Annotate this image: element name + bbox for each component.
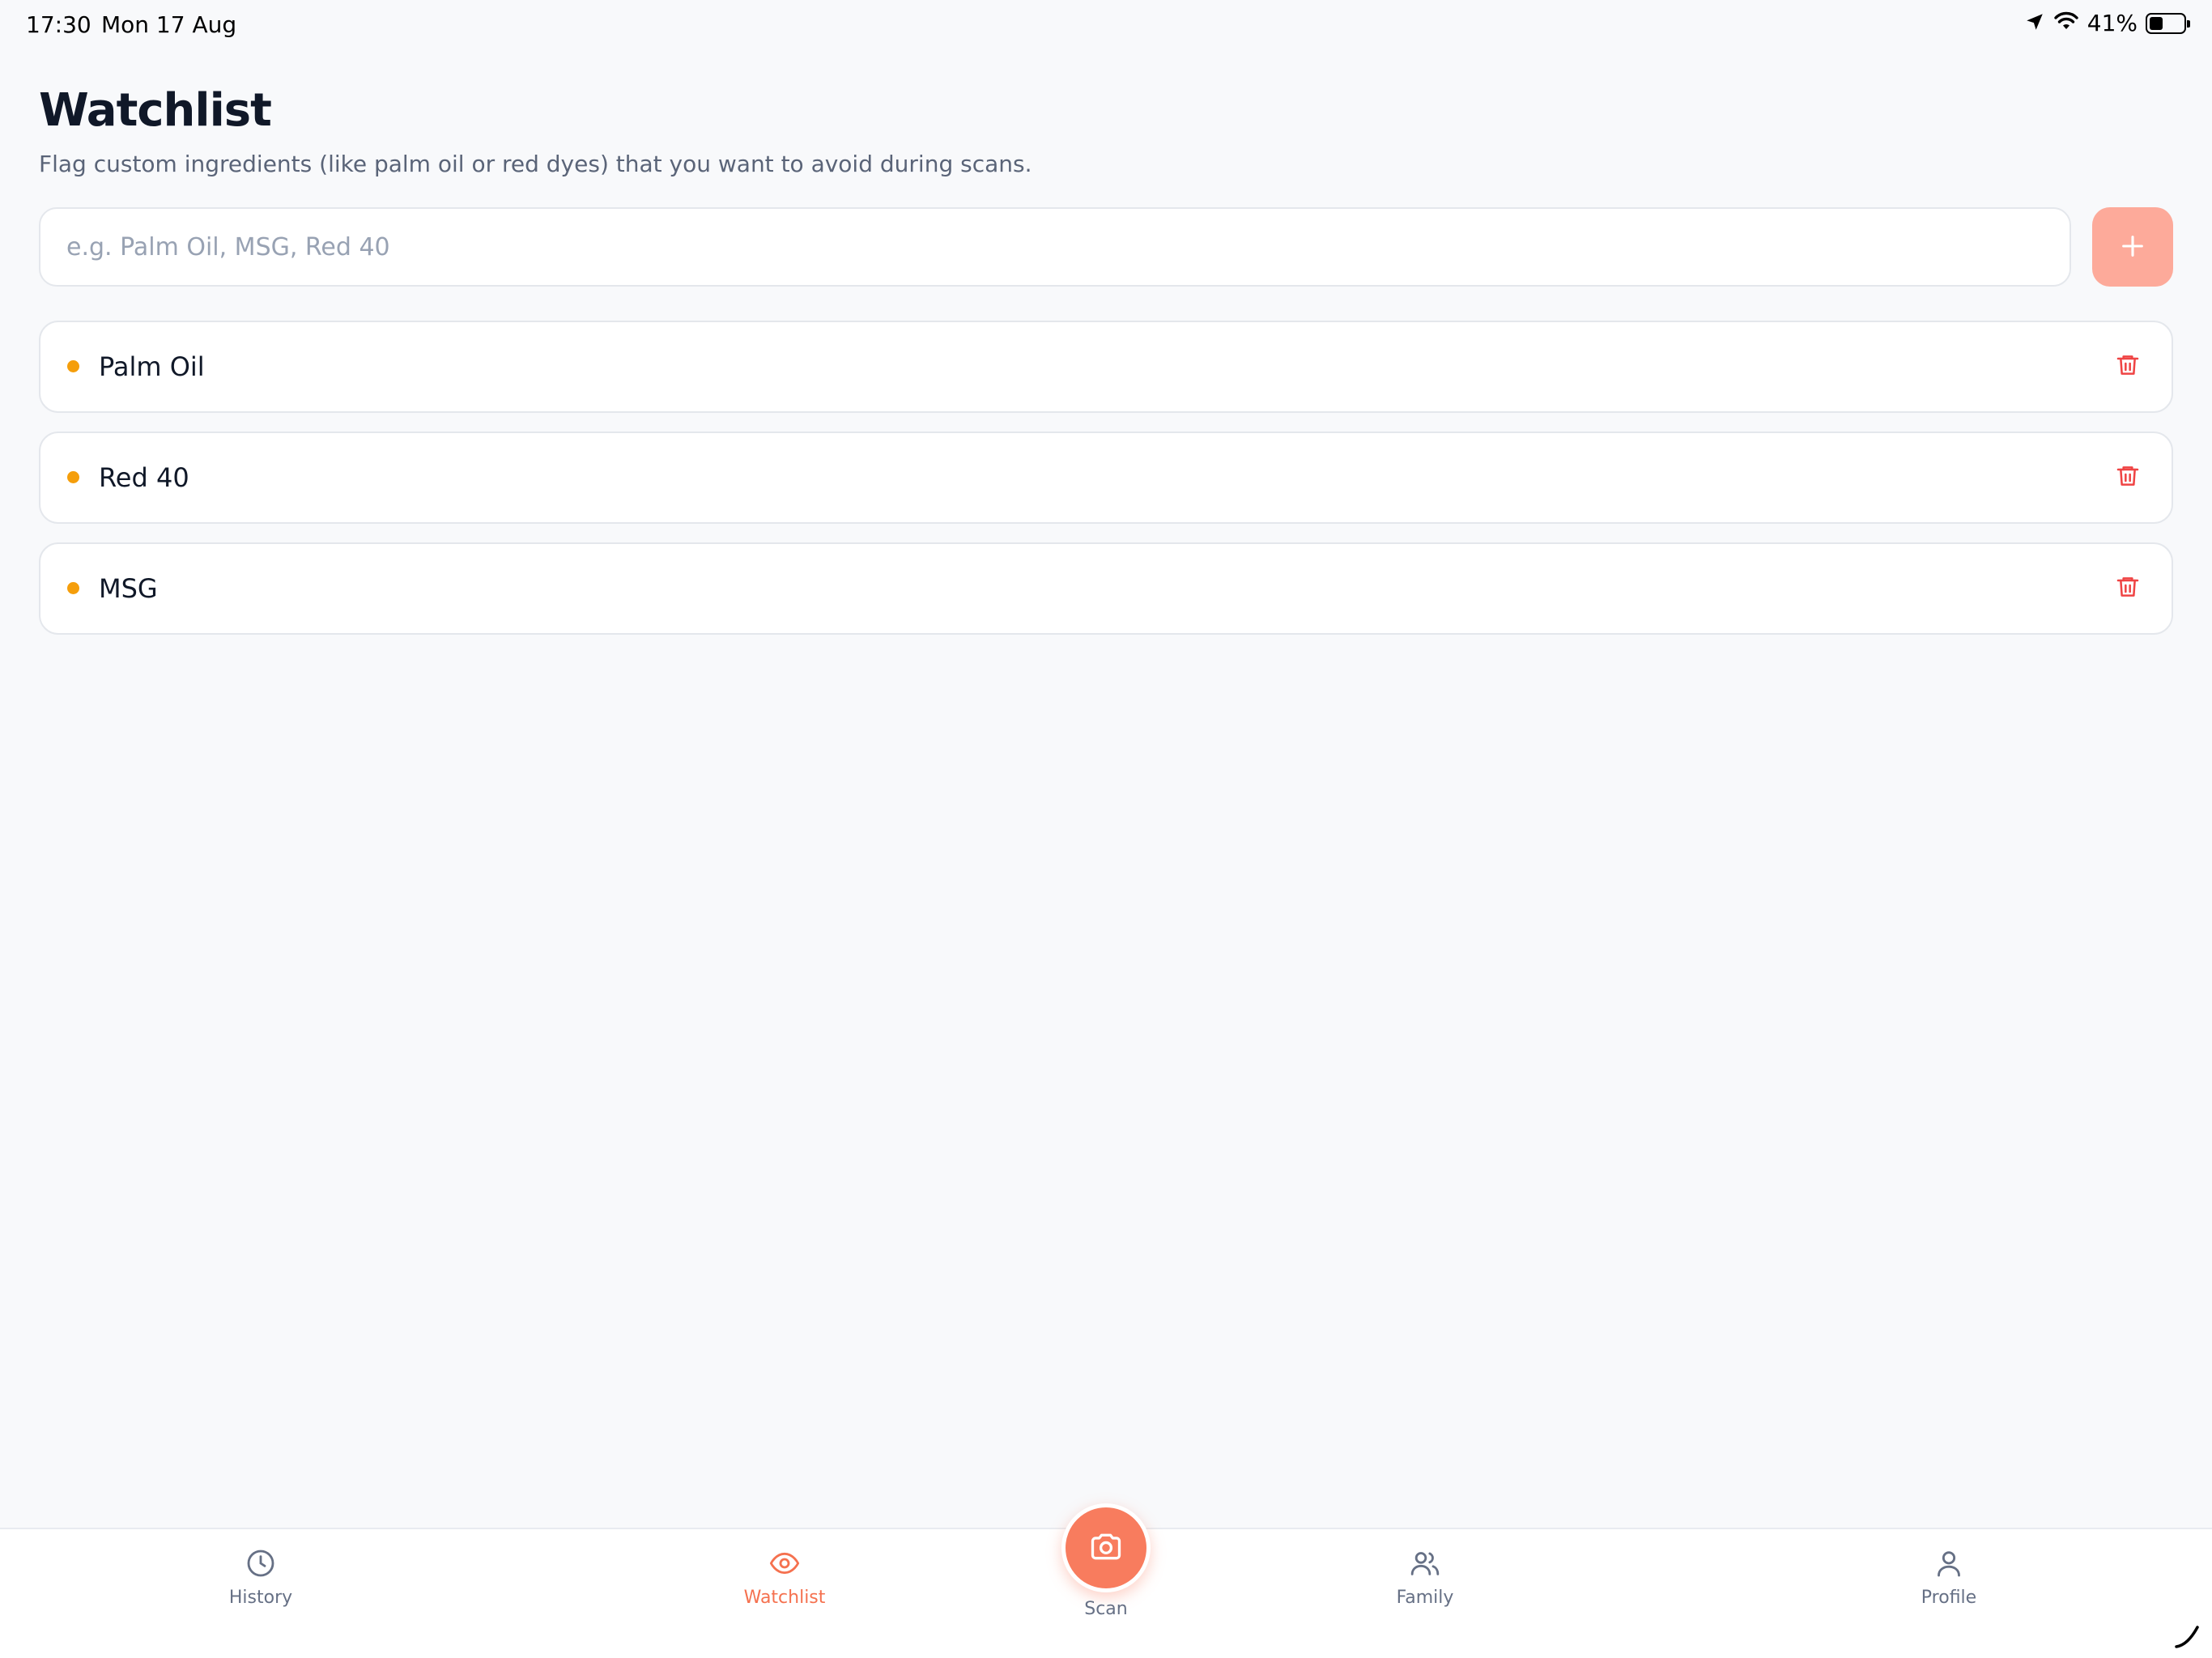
battery-icon xyxy=(2146,12,2190,34)
users-icon xyxy=(1409,1547,1441,1583)
status-indicators: 41% xyxy=(2024,10,2190,36)
status-time: 17:30 xyxy=(26,11,91,38)
tab-label: History xyxy=(228,1588,293,1608)
watchlist: Palm Oil Red 40 MSG xyxy=(39,321,2173,653)
plus-icon xyxy=(2119,232,2146,262)
watchlist-item: Red 40 xyxy=(39,432,2173,524)
tab-label: Watchlist xyxy=(743,1588,826,1608)
status-date: Mon 17 Aug xyxy=(101,11,237,38)
watchlist-item: Palm Oil xyxy=(39,321,2173,413)
ingredient-input-wrapper xyxy=(39,207,2071,287)
battery-level xyxy=(2150,16,2163,30)
add-ingredient-button[interactable] xyxy=(2092,207,2173,287)
status-dot xyxy=(67,360,79,372)
trash-icon xyxy=(2115,574,2141,603)
delete-item-button[interactable] xyxy=(2108,347,2147,386)
page-subtitle: Flag custom ingredients (like palm oil o… xyxy=(39,151,1032,177)
status-dot xyxy=(67,471,79,483)
delete-item-button[interactable] xyxy=(2108,458,2147,497)
page-title: Watchlist xyxy=(39,84,272,137)
status-bar: 17:30 Mon 17 Aug 41% xyxy=(0,0,2212,52)
clock-icon xyxy=(245,1547,277,1583)
scan-button[interactable] xyxy=(1061,1503,1151,1592)
user-icon xyxy=(1933,1547,1965,1583)
tab-profile[interactable]: Profile xyxy=(1868,1547,2030,1608)
tab-label: Profile xyxy=(1921,1588,1977,1608)
eye-icon xyxy=(768,1547,801,1583)
trash-icon xyxy=(2115,463,2141,492)
watchlist-item-label: MSG xyxy=(99,573,158,604)
trash-icon xyxy=(2115,352,2141,381)
tab-watchlist[interactable]: Watchlist xyxy=(704,1547,866,1608)
tab-label: Family xyxy=(1396,1588,1454,1608)
ingredient-input[interactable] xyxy=(40,209,2069,285)
tab-scan[interactable]: Scan xyxy=(1025,1503,1187,1619)
tab-family[interactable]: Family xyxy=(1344,1547,1506,1608)
location-icon xyxy=(2024,11,2045,36)
wifi-icon xyxy=(2053,11,2079,36)
battery-percentage: 41% xyxy=(2087,10,2138,36)
watchlist-item-label: Red 40 xyxy=(99,462,189,493)
delete-item-button[interactable] xyxy=(2108,569,2147,608)
status-dot xyxy=(67,582,79,594)
tab-label: Scan xyxy=(1084,1599,1128,1619)
watchlist-item: MSG xyxy=(39,542,2173,635)
corner-swipe-indicator xyxy=(2172,1619,2204,1652)
tab-history[interactable]: History xyxy=(180,1547,342,1608)
watchlist-item-label: Palm Oil xyxy=(99,351,205,382)
camera-icon xyxy=(1088,1528,1124,1567)
